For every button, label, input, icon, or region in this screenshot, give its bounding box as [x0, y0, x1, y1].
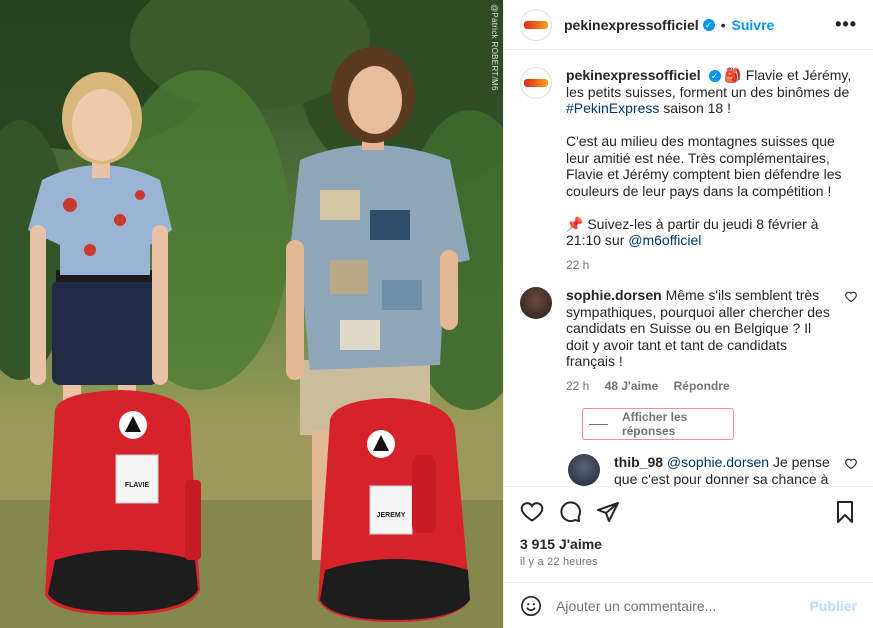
publish-button[interactable]: Publier: [810, 598, 857, 614]
smiley-icon[interactable]: [520, 595, 542, 617]
avatar[interactable]: [520, 8, 552, 41]
pin-emoji: 📌: [566, 215, 584, 232]
comment-likes[interactable]: 48 J'aime: [605, 379, 659, 393]
comment-input[interactable]: [556, 597, 810, 614]
mention-link[interactable]: @m6officiel: [628, 232, 701, 248]
caption: pekinexpressofficiel ✓ 🎒 Flavie et Jérém…: [520, 67, 857, 273]
reply-button[interactable]: Répondre: [674, 379, 730, 393]
reply-like-icon[interactable]: [845, 458, 857, 470]
action-bar: [504, 486, 873, 536]
comment-composer: Publier: [504, 582, 873, 628]
reply-username[interactable]: thib_98: [614, 454, 663, 470]
post-photo[interactable]: @Patrick ROBERT/M6 FLAVIE JEREMY: [0, 0, 503, 628]
post-timestamp: il y a 22 heures: [520, 556, 598, 568]
follow-button[interactable]: Suivre: [732, 17, 775, 33]
comment-icon[interactable]: [558, 500, 582, 524]
caption-username[interactable]: pekinexpressofficiel: [566, 67, 701, 83]
view-replies-button[interactable]: Afficher les réponses: [582, 408, 734, 440]
more-options-icon[interactable]: •••: [835, 14, 857, 35]
photo-illustration: [0, 0, 503, 628]
comment-like-icon[interactable]: [845, 291, 857, 303]
caption-time: 22 h: [566, 257, 590, 272]
post-panel: pekinexpressofficiel ✓ • Suivre ••• peki…: [503, 0, 873, 628]
photo-credit: @Patrick ROBERT/M6: [490, 4, 499, 91]
caption-paragraph-2: C'est au milieu des montagnes suisses qu…: [566, 133, 842, 199]
bookmark-icon[interactable]: [833, 500, 857, 524]
heart-icon[interactable]: [520, 500, 544, 524]
separator: •: [720, 16, 726, 33]
divider: [589, 423, 608, 425]
backpack-emoji: 🎒: [724, 67, 742, 83]
view-replies-label: Afficher les réponses: [621, 410, 688, 438]
header-username[interactable]: pekinexpressofficiel: [564, 17, 699, 33]
share-icon[interactable]: [596, 500, 620, 524]
backpack-flavie: [45, 390, 201, 615]
bag-label-flavie: FLAVIE: [124, 482, 150, 489]
comment-time: 22 h: [566, 378, 590, 393]
post-header: pekinexpressofficiel ✓ • Suivre •••: [504, 0, 873, 50]
reply-avatar[interactable]: [568, 454, 600, 486]
caption-avatar[interactable]: [520, 67, 552, 99]
caption-line1-end: saison 18 !: [663, 100, 731, 116]
pekin-express-logo: [524, 20, 548, 29]
likes-count[interactable]: 3 915 J'aime: [520, 536, 602, 552]
hashtag-link[interactable]: #PekinExpress: [566, 100, 659, 116]
verified-badge-icon: ✓: [708, 70, 721, 83]
comment-username[interactable]: sophie.dorsen: [566, 287, 662, 303]
pekin-express-logo: [524, 79, 548, 87]
reply: thib_98 @sophie.dorsen Je pense que c'es…: [568, 454, 857, 486]
reply-mention[interactable]: @sophie.dorsen: [667, 454, 769, 470]
bag-label-jeremy: JEREMY: [376, 512, 406, 519]
comments-scroll-area[interactable]: pekinexpressofficiel ✓ 🎒 Flavie et Jérém…: [504, 51, 873, 486]
verified-badge-icon: ✓: [702, 18, 715, 31]
backpack-jeremy: [318, 398, 470, 622]
comment-avatar[interactable]: [520, 287, 552, 319]
comment: sophie.dorsen Même s'ils semblent très s…: [520, 287, 857, 394]
